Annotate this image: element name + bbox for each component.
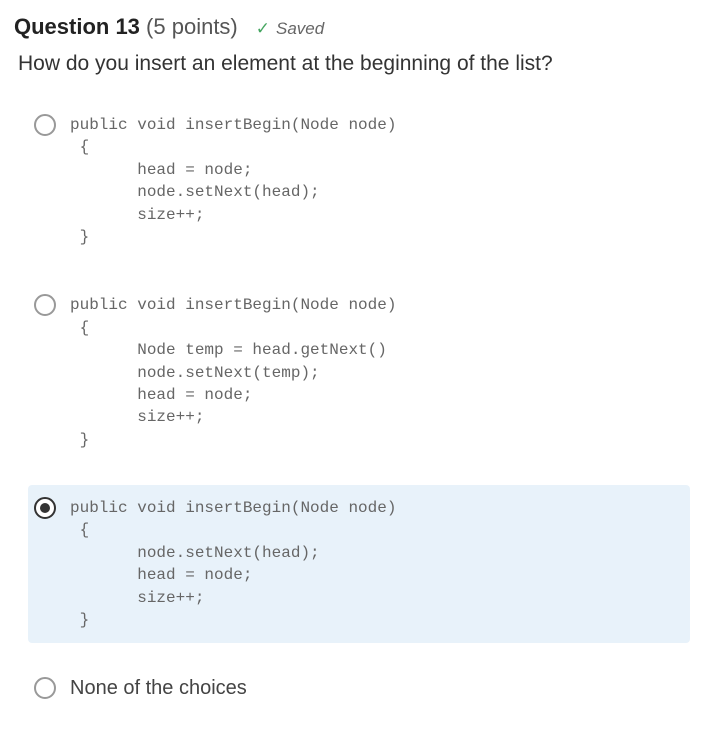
option-content: public void insertBegin(Node node) { hea…: [70, 114, 680, 248]
option-text: None of the choices: [70, 677, 247, 699]
option-content: public void insertBegin(Node node) { nod…: [70, 497, 680, 631]
check-icon: ✓: [256, 19, 270, 39]
code-block: public void insertBegin(Node node) { Nod…: [70, 294, 680, 451]
radio-icon: [34, 677, 56, 699]
option-content: public void insertBegin(Node node) { Nod…: [70, 294, 680, 451]
question-header: Question 13 (5 points) ✓ Saved: [14, 14, 696, 40]
question-prompt: How do you insert an element at the begi…: [14, 52, 696, 76]
radio-icon: [34, 497, 56, 519]
code-block: public void insertBegin(Node node) { nod…: [70, 497, 680, 631]
saved-label: Saved: [276, 19, 324, 39]
option-3[interactable]: public void insertBegin(Node node) { nod…: [28, 485, 690, 643]
radio-icon: [34, 114, 56, 136]
options-group: public void insertBegin(Node node) { hea…: [14, 96, 696, 718]
option-content: None of the choices: [70, 677, 680, 700]
question-number: Question 13: [14, 14, 140, 39]
option-1[interactable]: public void insertBegin(Node node) { hea…: [28, 102, 690, 260]
option-2[interactable]: public void insertBegin(Node node) { Nod…: [28, 282, 690, 463]
question-points: (5 points): [146, 14, 238, 39]
radio-icon: [34, 294, 56, 316]
saved-indicator: ✓ Saved: [256, 19, 324, 39]
code-block: public void insertBegin(Node node) { hea…: [70, 114, 680, 248]
question-title: Question 13 (5 points): [14, 14, 238, 40]
option-4[interactable]: None of the choices: [28, 665, 690, 712]
